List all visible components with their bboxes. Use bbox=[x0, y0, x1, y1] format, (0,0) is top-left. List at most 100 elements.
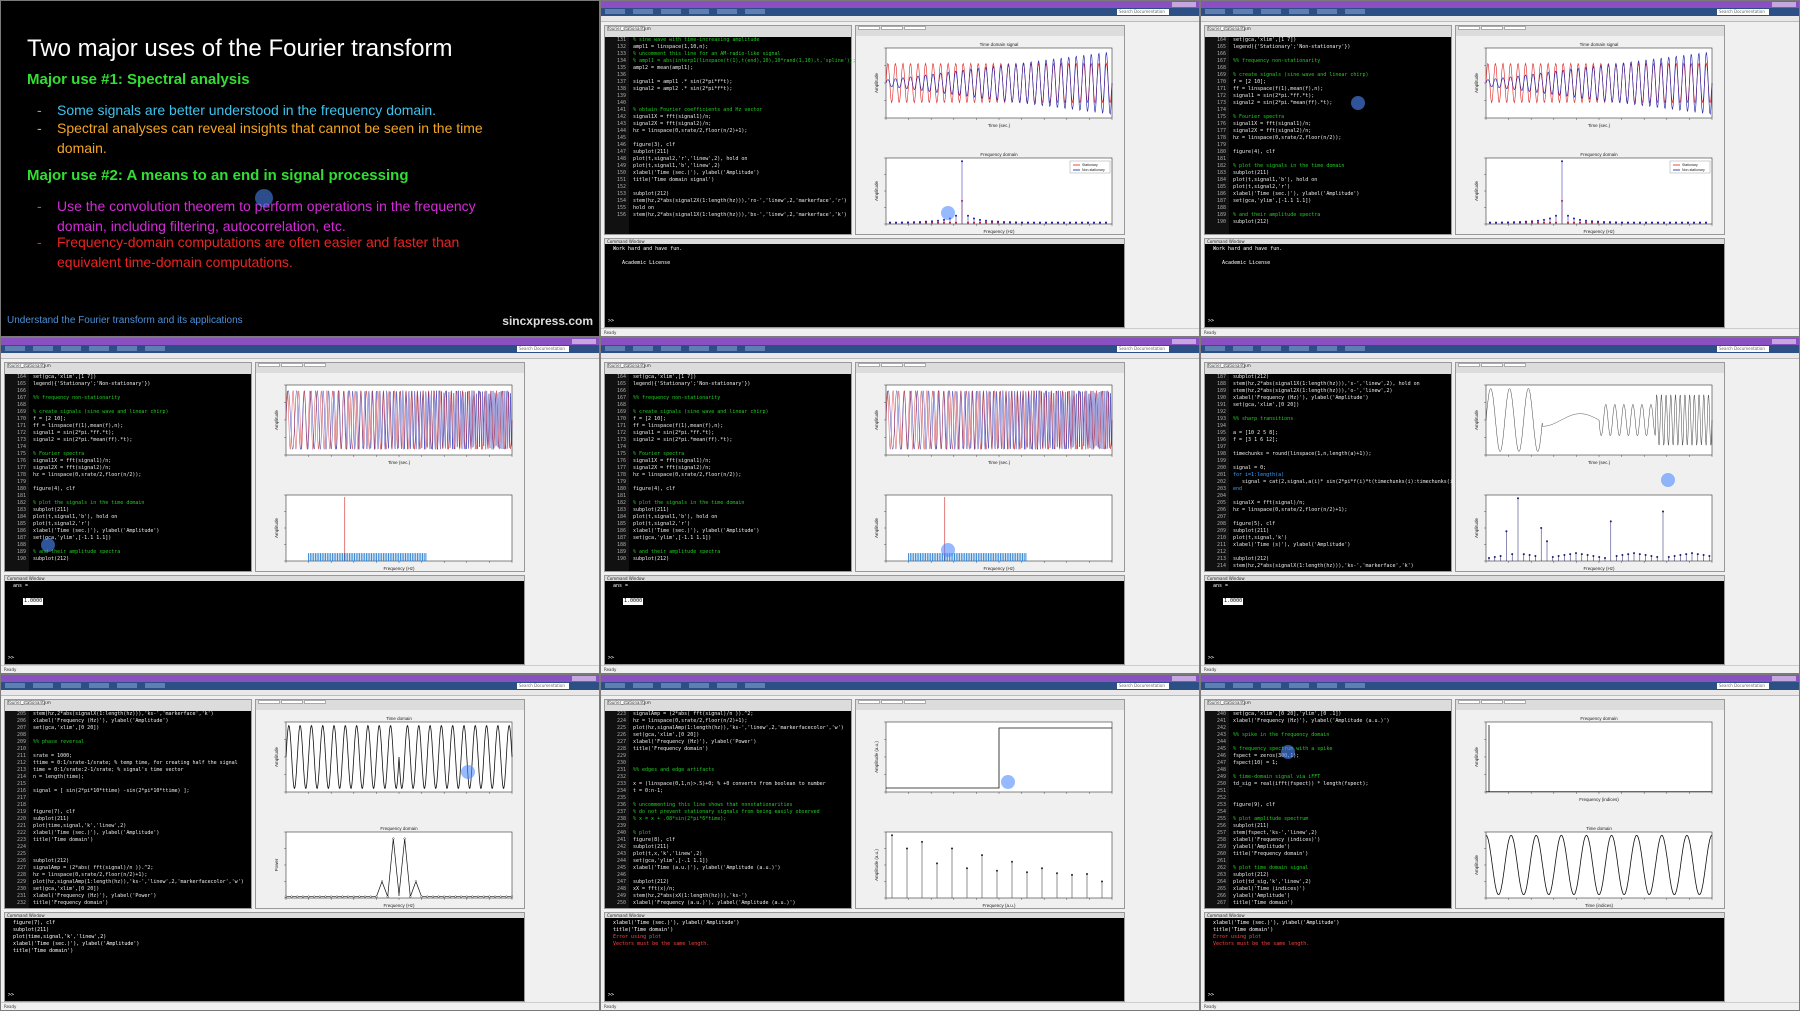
code-line[interactable]: % plot the signals in the time domain bbox=[33, 500, 251, 507]
tab-editor[interactable] bbox=[689, 683, 709, 688]
code-line[interactable] bbox=[633, 100, 851, 107]
code-line[interactable]: subplot(212) bbox=[1233, 219, 1451, 226]
code-line[interactable] bbox=[1233, 809, 1451, 816]
code-line[interactable]: xlabel('Frequency (Hz)'), ylabel('Amplit… bbox=[1233, 395, 1451, 402]
code-line[interactable]: % frequency spectrum with a spike bbox=[1233, 746, 1451, 753]
code-line[interactable] bbox=[633, 760, 851, 767]
code-line[interactable]: figure(7), clf bbox=[33, 809, 251, 816]
code-line[interactable]: xlabel('Time (a.u.)'), ylabel('Amplitude… bbox=[633, 865, 851, 872]
figure-tab[interactable] bbox=[858, 363, 880, 367]
code-line[interactable]: signalAmp = (2*abs( fft(signal)/n )).^2; bbox=[33, 865, 251, 872]
code-line[interactable]: % and their amplitude spectra bbox=[1233, 212, 1451, 219]
code-line[interactable]: plot(hz,signalAmp(1:length(hz)),'ks-','l… bbox=[33, 879, 251, 886]
tab-publish[interactable] bbox=[117, 346, 137, 351]
code-line[interactable]: %% frequency non-stationarity bbox=[633, 395, 851, 402]
code-area[interactable]: 240 241 242 243 244 245 246 247 248 249 … bbox=[1205, 711, 1451, 908]
tab-publish[interactable] bbox=[1317, 346, 1337, 351]
code-area[interactable]: 164 165 166 167 168 169 170 171 172 173 … bbox=[1205, 37, 1451, 234]
code-lines[interactable]: set(gca,'xlim',[1 7]) legend({'Stationary… bbox=[1233, 37, 1451, 226]
code-line[interactable]: t = 0:n-1; bbox=[633, 788, 851, 795]
code-line[interactable] bbox=[633, 444, 851, 451]
code-line[interactable]: xlabel('Time (sec.)'), ylabel('Amplitude… bbox=[33, 830, 251, 837]
code-line[interactable]: td_sig = real(ifft(fspect)) * length(fsp… bbox=[1233, 781, 1451, 788]
code-line[interactable]: signal1X = fft(signal1)/n; bbox=[633, 458, 851, 465]
figure-tab[interactable] bbox=[1481, 26, 1503, 30]
code-line[interactable] bbox=[33, 542, 251, 549]
code-line[interactable]: subplot(211) bbox=[33, 816, 251, 823]
code-line[interactable] bbox=[633, 72, 851, 79]
code-area[interactable]: 187 188 189 190 191 192 193 194 195 196 … bbox=[1205, 374, 1480, 571]
code-line[interactable]: hz = linspace(0,srate/2,floor(n/2)+1); bbox=[633, 718, 851, 725]
editor-tab[interactable]: fourier_stationarity.m bbox=[607, 700, 651, 705]
code-line[interactable]: ampl2 = mean(ampl1); bbox=[633, 65, 851, 72]
code-lines[interactable]: set(gca,'xlim',[1 7]) legend({'Stationary… bbox=[33, 374, 251, 563]
code-area[interactable]: 164 165 166 167 168 169 170 171 172 173 … bbox=[605, 374, 851, 571]
figure-tab[interactable] bbox=[281, 363, 303, 367]
code-line[interactable]: % create signals (sine wave and linear c… bbox=[33, 409, 251, 416]
code-line[interactable]: signal1 = sin(2*pi.*ff.*t); bbox=[1233, 93, 1451, 100]
code-line[interactable] bbox=[1233, 107, 1451, 114]
code-line[interactable]: xlabel('Time (s)'), ylabel('Amplitude') bbox=[1233, 542, 1451, 549]
code-line[interactable]: subplot(212) bbox=[1233, 556, 1451, 563]
command-window[interactable]: Command Window ans = 1.0000 >> bbox=[4, 575, 525, 665]
code-line[interactable]: ylabel('Amplitude') bbox=[1233, 844, 1451, 851]
code-line[interactable]: xlabel('Time (sec.)'), ylabel('Amplitude… bbox=[633, 528, 851, 535]
code-line[interactable]: %% phase reversal bbox=[33, 739, 251, 746]
tab-home[interactable] bbox=[605, 683, 625, 688]
tab-home[interactable] bbox=[5, 683, 25, 688]
code-line[interactable]: % do not prevent stationary signals from… bbox=[633, 809, 851, 816]
code-line[interactable]: title('Frequency domain') bbox=[633, 746, 851, 753]
code-line[interactable]: signal2X = fft(signal2)/n; bbox=[633, 121, 851, 128]
code-line[interactable]: subplot(211) bbox=[633, 844, 851, 851]
code-line[interactable] bbox=[1233, 788, 1451, 795]
code-line[interactable]: srate = 1000; bbox=[33, 753, 251, 760]
code-line[interactable]: signal1 = ampl1 .* sin(2*pi*f*t); bbox=[633, 79, 851, 86]
code-line[interactable]: signal = 0; bbox=[1233, 465, 1451, 472]
figure-tab[interactable] bbox=[881, 363, 903, 367]
code-line[interactable]: figure(5), clf bbox=[1233, 521, 1451, 528]
code-line[interactable] bbox=[1233, 423, 1451, 430]
code-line[interactable]: xlabel('Time (sec.)'), ylabel('Amplitude… bbox=[633, 170, 851, 177]
code-line[interactable]: figure(4), clf bbox=[33, 486, 251, 493]
code-line[interactable]: plot(hz,signalAmp(1:length(hz)),'ks-','l… bbox=[633, 725, 851, 732]
code-line[interactable] bbox=[633, 184, 851, 191]
code-line[interactable]: ff = linspace(f(1),mean(f),n); bbox=[33, 423, 251, 430]
figure-tab[interactable] bbox=[281, 700, 303, 704]
code-line[interactable] bbox=[1233, 493, 1451, 500]
code-line[interactable]: signal1X = fft(signal1)/n; bbox=[1233, 121, 1451, 128]
tab-publish[interactable] bbox=[1317, 9, 1337, 14]
code-line[interactable]: figure(8), clf bbox=[633, 837, 851, 844]
code-line[interactable]: % Fourier spectra bbox=[633, 451, 851, 458]
code-line[interactable]: signal2X = fft(signal2)/n; bbox=[633, 465, 851, 472]
code-line[interactable] bbox=[33, 746, 251, 753]
code-line[interactable]: % create signals (sine wave and linear c… bbox=[633, 409, 851, 416]
code-line[interactable] bbox=[633, 493, 851, 500]
tab-view[interactable] bbox=[1345, 346, 1365, 351]
figure-tab[interactable] bbox=[1481, 700, 1503, 704]
code-line[interactable]: xlabel('Frequency (Hz)'), ylabel('Amplit… bbox=[33, 718, 251, 725]
code-line[interactable] bbox=[33, 851, 251, 858]
code-line[interactable]: % time-domain signal via iFFT bbox=[1233, 774, 1451, 781]
window-controls[interactable] bbox=[1172, 339, 1196, 344]
code-line[interactable]: % uncommenting this line shows that nons… bbox=[633, 802, 851, 809]
code-line[interactable]: % ampl1 = abs(interp1(linspace(t(1),t(en… bbox=[633, 58, 856, 65]
code-line[interactable] bbox=[1233, 739, 1451, 746]
code-line[interactable]: % and their amplitude spectra bbox=[633, 549, 851, 556]
code-line[interactable]: ttime = 0:1/srate-1/srate; % temp time, … bbox=[33, 760, 251, 767]
code-area[interactable]: 205 206 207 208 209 210 211 212 213 214 … bbox=[5, 711, 251, 908]
tab-apps[interactable] bbox=[661, 346, 681, 351]
code-line[interactable] bbox=[633, 872, 851, 879]
address-bar[interactable]: C:\Users\mxc\Dropbox\Teaching\Courses\Ud… bbox=[1, 690, 599, 706]
window-controls[interactable] bbox=[572, 339, 596, 344]
window-controls[interactable] bbox=[1772, 339, 1796, 344]
tab-publish[interactable] bbox=[717, 9, 737, 14]
figure-tab[interactable] bbox=[881, 26, 903, 30]
code-line[interactable]: % plot the signals in the time domain bbox=[1233, 163, 1451, 170]
code-lines[interactable]: % sine wave with time-increasing amplitu… bbox=[633, 37, 856, 219]
code-line[interactable] bbox=[33, 444, 251, 451]
code-line[interactable]: subplot(212) bbox=[33, 556, 251, 563]
code-line[interactable] bbox=[633, 753, 851, 760]
code-line[interactable] bbox=[1233, 795, 1451, 802]
code-line[interactable]: set(gca,'ylim',[-.1 1.1]) bbox=[633, 858, 851, 865]
code-line[interactable]: xX = fft(x)/n; bbox=[633, 886, 851, 893]
